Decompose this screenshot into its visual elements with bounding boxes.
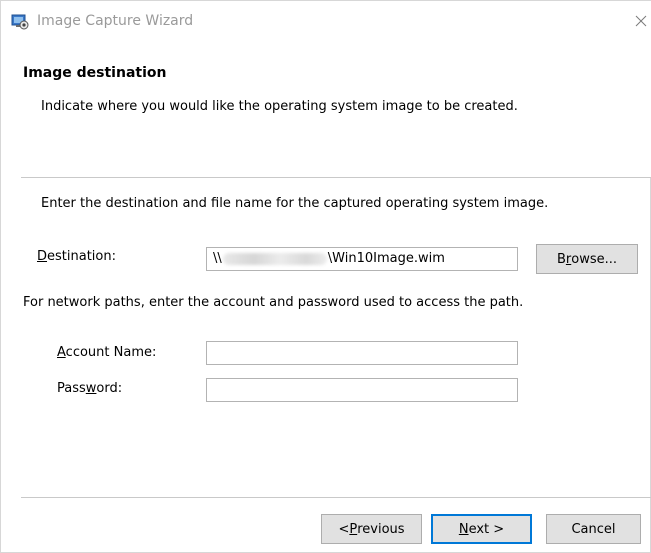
password-label-pre: Pass <box>57 381 86 396</box>
destination-instruction: Enter the destination and file name for … <box>41 196 549 211</box>
next-button[interactable]: Next > <box>431 514 532 544</box>
previous-label-pre: < <box>338 521 350 537</box>
close-icon <box>635 15 647 27</box>
image-capture-wizard-window: Image Capture Wizard Image destination I… <box>0 0 651 553</box>
account-name-input[interactable] <box>206 341 518 365</box>
password-input[interactable] <box>206 378 518 402</box>
page-title: Image destination <box>23 65 167 81</box>
capture-wizard-icon <box>11 14 29 30</box>
destination-field[interactable]: \\ \Win10Image.wim <box>206 247 518 271</box>
password-label-access-key: w <box>85 381 97 396</box>
password-label-post: ord: <box>96 381 123 396</box>
previous-label-post: revious <box>357 521 405 537</box>
footer-divider <box>21 497 651 498</box>
header-divider <box>21 177 651 178</box>
page-description: Indicate where you would like the operat… <box>41 99 518 114</box>
account-name-label: Account Name: <box>57 345 156 360</box>
window-title: Image Capture Wizard <box>37 13 194 29</box>
close-button[interactable] <box>630 7 651 35</box>
previous-button[interactable]: < Previous <box>321 514 422 544</box>
destination-value-suffix: \Win10Image.wim <box>327 251 445 266</box>
title-bar: Image Capture Wizard <box>1 1 651 41</box>
browse-button[interactable]: Br owse... <box>536 244 638 274</box>
destination-value-prefix: \\ <box>213 251 222 266</box>
network-paths-note: For network paths, enter the account and… <box>23 295 524 310</box>
browse-label-post: owse... <box>571 251 618 267</box>
redacted-server-address <box>222 252 327 265</box>
account-name-label-text: ccount Name: <box>65 345 157 360</box>
cancel-button[interactable]: Cancel <box>546 514 641 544</box>
previous-label-access-key: P <box>349 521 358 537</box>
destination-label-access-key: D <box>37 249 48 264</box>
next-label-post: ext > <box>468 521 505 537</box>
destination-label: Destination: <box>37 249 116 264</box>
wizard-header: Image destination Indicate where you wou… <box>1 41 651 177</box>
password-label: Password: <box>57 381 122 396</box>
browse-label-pre: B <box>556 251 566 267</box>
next-label-access-key: N <box>458 521 469 537</box>
account-name-label-access-key: A <box>57 345 66 360</box>
destination-label-text: estination: <box>47 249 116 264</box>
